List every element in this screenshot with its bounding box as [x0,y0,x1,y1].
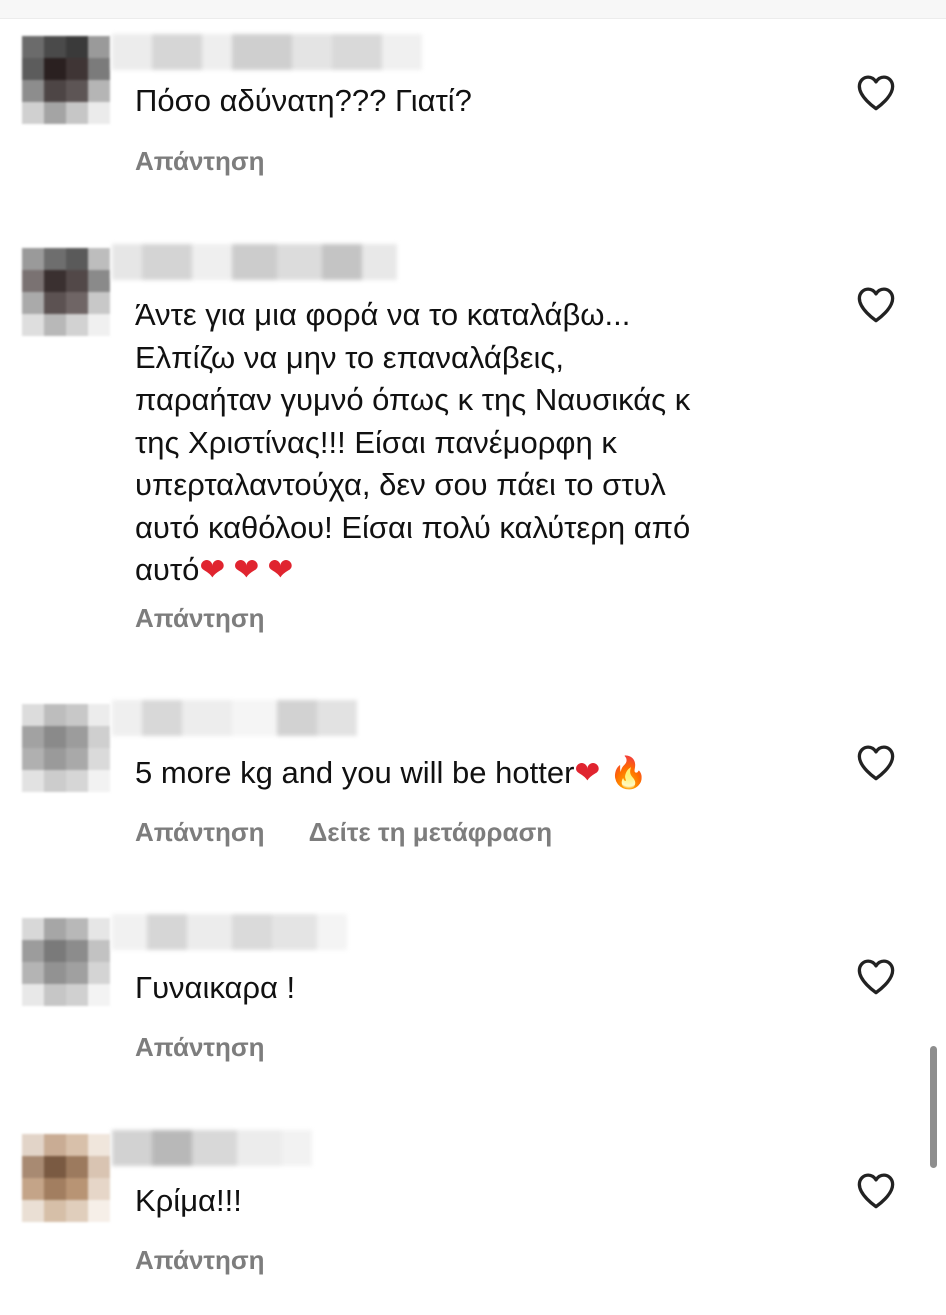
comment-actions: Απάντηση [135,603,265,634]
comment-actions: Απάντηση [135,1245,265,1276]
avatar[interactable] [22,36,110,124]
username-blurred[interactable] [112,700,357,736]
comment-text: Κρίμα!!! [135,1183,242,1218]
username-blurred[interactable] [112,244,397,280]
top-divider [0,0,946,19]
comment-text: Πόσο αδύνατη??? Γιατί? [135,83,472,118]
fire-emoji: 🔥 [609,755,648,791]
avatar[interactable] [22,248,110,336]
username-blurred[interactable] [112,34,422,70]
reply-button[interactable]: Απάντηση [135,817,265,848]
comment-actions: Απάντηση Δείτε τη μετάφραση [135,817,552,848]
username-blurred[interactable] [112,1130,312,1166]
heart-outline-icon[interactable] [855,72,897,112]
heart-outline-icon[interactable] [855,284,897,324]
scrollbar[interactable] [930,1046,937,1168]
reply-button[interactable]: Απάντηση [135,146,265,177]
red-heart-emoji: ❤❤❤ [199,552,302,588]
see-translation-button[interactable]: Δείτε τη μετάφραση [309,817,553,848]
reply-button[interactable]: Απάντηση [135,1032,265,1063]
comment-text: Γυναικαρα ! [135,970,296,1005]
comment-actions: Απάντηση [135,146,265,177]
heart-outline-icon[interactable] [855,1170,897,1210]
comment-text: 5 more kg and you will be hotter❤ 🔥 [135,755,648,791]
comments-screen: Πόσο αδύνατη??? Γιατί? Απάντηση Άντε για… [0,0,946,1315]
red-heart-emoji: ❤ [574,755,601,791]
avatar[interactable] [22,704,110,792]
heart-outline-icon[interactable] [855,956,897,996]
reply-button[interactable]: Απάντηση [135,1245,265,1276]
heart-outline-icon[interactable] [855,742,897,782]
avatar[interactable] [22,1134,110,1222]
username-blurred[interactable] [112,914,347,950]
avatar[interactable] [22,918,110,1006]
comment-text: Άντε για μια φορά να το καταλάβω... Ελπί… [135,297,691,588]
comment-actions: Απάντηση [135,1032,265,1063]
reply-button[interactable]: Απάντηση [135,603,265,634]
